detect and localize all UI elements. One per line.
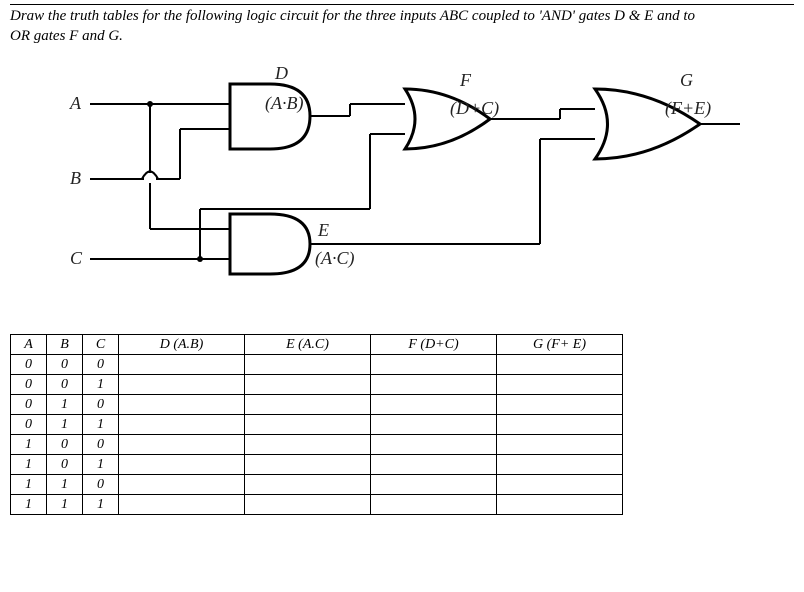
- table-row: 111: [11, 495, 623, 515]
- gate-E-label: E: [317, 220, 329, 240]
- gate-F-label: F: [459, 70, 472, 90]
- gate-F-expr: (D+C): [450, 98, 499, 119]
- table-cell: [245, 395, 371, 415]
- table-cell: 1: [83, 375, 119, 395]
- table-cell: 1: [47, 475, 83, 495]
- input-A-label: A: [69, 93, 82, 113]
- question-prompt: Draw the truth tables for the following …: [10, 4, 794, 46]
- table-cell: 1: [11, 455, 47, 475]
- table-cell: 1: [11, 495, 47, 515]
- table-cell: 0: [47, 455, 83, 475]
- table-cell: 1: [83, 415, 119, 435]
- table-row: 101: [11, 455, 623, 475]
- table-cell: [119, 415, 245, 435]
- table-cell: 0: [47, 435, 83, 455]
- header-F: F (D+C): [371, 335, 497, 355]
- header-E: E (A.C): [245, 335, 371, 355]
- table-cell: 1: [47, 495, 83, 515]
- gate-G-expr: (F+E): [665, 98, 711, 119]
- table-cell: [245, 375, 371, 395]
- table-cell: 0: [11, 355, 47, 375]
- gate-G-label: G: [680, 70, 693, 90]
- table-cell: [245, 415, 371, 435]
- table-cell: [119, 455, 245, 475]
- table-cell: 0: [83, 435, 119, 455]
- table-cell: [119, 375, 245, 395]
- table-cell: [119, 435, 245, 455]
- header-B: B: [47, 335, 83, 355]
- table-cell: [497, 395, 623, 415]
- table-cell: 0: [11, 415, 47, 435]
- table-cell: [497, 375, 623, 395]
- gate-D-label: D: [274, 63, 288, 83]
- and-gate-E: [230, 214, 310, 274]
- table-cell: [119, 475, 245, 495]
- table-cell: 0: [11, 395, 47, 415]
- table-cell: [119, 395, 245, 415]
- table-cell: [119, 355, 245, 375]
- header-G: G (F+ E): [497, 335, 623, 355]
- table-cell: 0: [83, 475, 119, 495]
- table-cell: [497, 435, 623, 455]
- table-row: 001: [11, 375, 623, 395]
- header-A: A: [11, 335, 47, 355]
- input-B-label: B: [70, 168, 81, 188]
- table-cell: [371, 355, 497, 375]
- table-cell: [371, 495, 497, 515]
- table-cell: 1: [11, 435, 47, 455]
- table-row: 011: [11, 415, 623, 435]
- table-cell: [371, 375, 497, 395]
- logic-circuit-diagram: A B C D (A·B): [60, 54, 780, 324]
- input-C-label: C: [70, 248, 83, 268]
- header-C: C: [83, 335, 119, 355]
- table-row: 000: [11, 355, 623, 375]
- table-cell: [497, 415, 623, 435]
- table-row: 010: [11, 395, 623, 415]
- table-cell: 0: [83, 355, 119, 375]
- table-cell: [497, 355, 623, 375]
- table-cell: 0: [47, 355, 83, 375]
- table-cell: [371, 455, 497, 475]
- table-cell: [497, 475, 623, 495]
- gate-D-expr: (A·B): [265, 93, 303, 114]
- table-cell: [497, 455, 623, 475]
- truth-table: A B C D (A.B) E (A.C) F (D+C) G (F+ E) 0…: [10, 334, 623, 515]
- header-D: D (A.B): [119, 335, 245, 355]
- table-cell: [245, 435, 371, 455]
- table-cell: [371, 475, 497, 495]
- table-cell: 1: [83, 495, 119, 515]
- table-cell: [497, 495, 623, 515]
- table-cell: 1: [11, 475, 47, 495]
- question-line2: OR gates F and G.: [10, 28, 123, 44]
- table-cell: [371, 395, 497, 415]
- table-cell: 1: [47, 395, 83, 415]
- table-row: 100: [11, 435, 623, 455]
- table-cell: [245, 455, 371, 475]
- table-cell: 0: [11, 375, 47, 395]
- table-cell: [371, 435, 497, 455]
- table-header-row: A B C D (A.B) E (A.C) F (D+C) G (F+ E): [11, 335, 623, 355]
- table-cell: 0: [47, 375, 83, 395]
- gate-E-expr: (A·C): [315, 248, 355, 269]
- table-cell: [245, 355, 371, 375]
- table-cell: 1: [47, 415, 83, 435]
- table-cell: 1: [83, 455, 119, 475]
- table-cell: [119, 495, 245, 515]
- table-row: 110: [11, 475, 623, 495]
- table-cell: [245, 495, 371, 515]
- table-cell: 0: [83, 395, 119, 415]
- question-line1: Draw the truth tables for the following …: [10, 8, 695, 24]
- table-cell: [371, 415, 497, 435]
- table-cell: [245, 475, 371, 495]
